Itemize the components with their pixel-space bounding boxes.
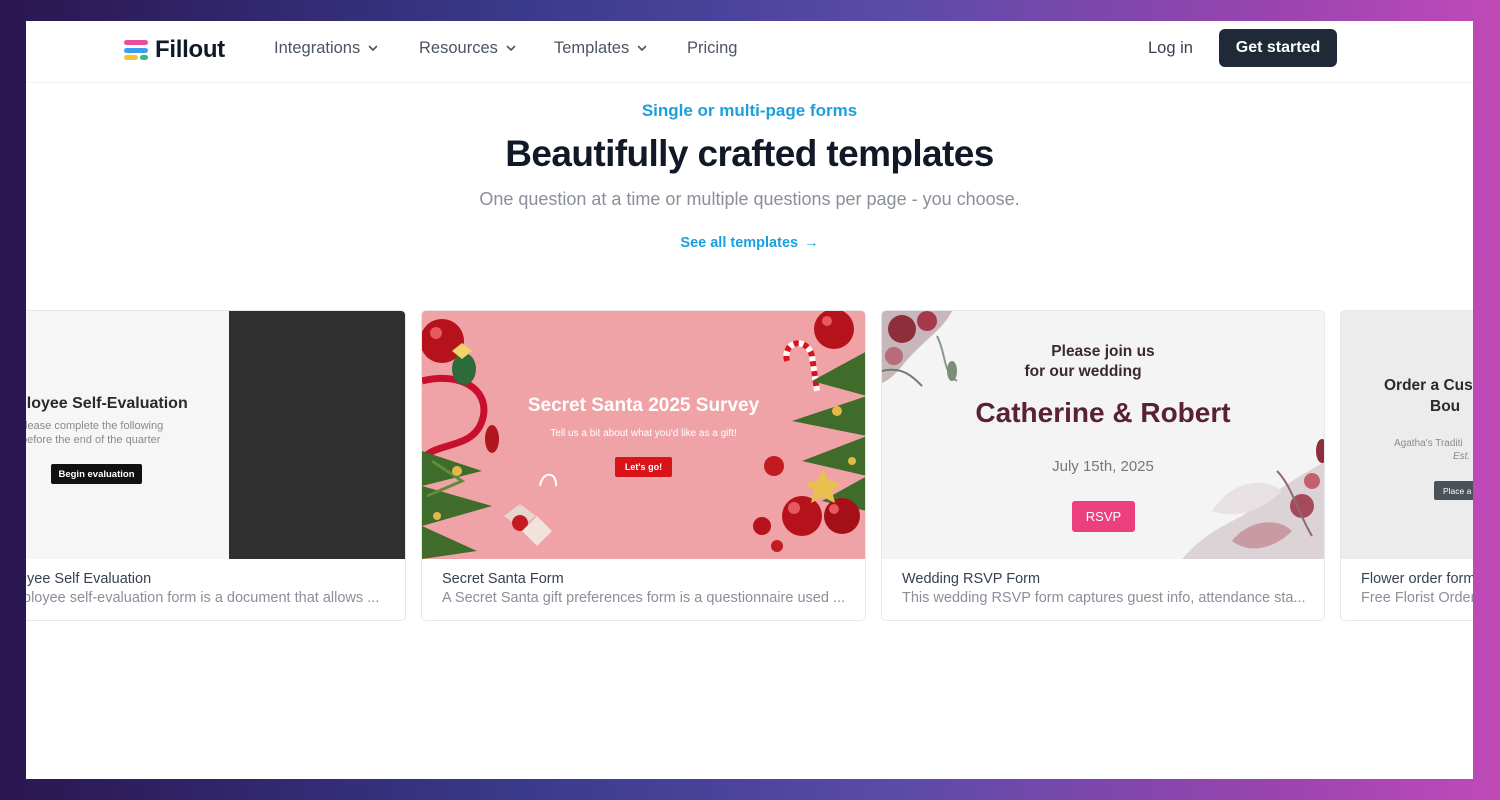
see-all-templates-link[interactable]: See all templates → <box>26 235 1473 251</box>
get-started-button[interactable]: Get started <box>1219 29 1337 67</box>
preview-line: Est. <box>1453 451 1471 462</box>
preview-heading: Secret Santa 2025 Survey <box>527 395 760 416</box>
top-navigation: Fillout Integrations Resources Templates… <box>26 21 1473 83</box>
template-card-title: yee Self Evaluation <box>27 571 152 587</box>
nav-resources[interactable]: Resources <box>419 39 516 58</box>
template-card-title: Wedding RSVP Form <box>902 571 1041 587</box>
template-card-self-evaluation[interactable]: ployee Self-Evaluation lease complete th… <box>26 310 406 621</box>
preview-line: Please join us <box>1051 343 1155 360</box>
preview-line: for our wedding <box>1024 363 1142 380</box>
nav-resources-label: Resources <box>419 39 498 57</box>
section-eyebrow: Single or multi-page forms <box>641 101 858 120</box>
template-card-description: This wedding RSVP form captures guest in… <box>902 590 1306 606</box>
template-card-description: ployee self-evaluation form is a documen… <box>26 590 380 606</box>
preview-date: July 15th, 2025 <box>1052 458 1154 475</box>
preview-line: lease complete the following <box>26 420 164 432</box>
preview-lets-go-button: Let's go! <box>615 457 672 477</box>
template-preview-self-evaluation: ployee Self-Evaluation lease complete th… <box>26 311 405 559</box>
template-card-flower-order[interactable]: Order a Cus Bou Agatha's Traditi Est. Pl… <box>1340 310 1473 621</box>
preview-heading: Order a Cus <box>1384 377 1473 394</box>
nav-templates-label: Templates <box>554 39 630 57</box>
preview-heading: ployee Self-Evaluation <box>26 395 188 412</box>
template-card-title: Secret Santa Form <box>442 571 564 587</box>
section-subtitle: One question at a time or multiple quest… <box>479 189 1020 209</box>
nav-integrations[interactable]: Integrations <box>274 39 378 58</box>
template-preview-wedding-rsvp: Please join us for our wedding Catherine… <box>882 311 1324 559</box>
browser-window: Fillout Integrations Resources Templates… <box>26 21 1473 779</box>
nav-templates[interactable]: Templates <box>554 39 647 58</box>
nav-pricing[interactable]: Pricing <box>687 39 737 58</box>
login-link[interactable]: Log in <box>1148 39 1193 58</box>
preview-place-order-button: Place a <box>1434 481 1473 500</box>
preview-dark-panel <box>229 311 405 559</box>
preview-line: Agatha's Traditi <box>1394 438 1463 449</box>
preview-heading: Catherine & Robert <box>975 397 1231 428</box>
template-card-wedding-rsvp[interactable]: Please join us for our wedding Catherine… <box>881 310 1325 621</box>
see-all-templates-label: See all templates <box>680 235 799 251</box>
brand-logo[interactable]: Fillout <box>124 36 225 64</box>
template-card-title: Flower order form <box>1361 571 1473 587</box>
fillout-logo-icon <box>124 39 148 61</box>
template-card-description: A Secret Santa gift preferences form is … <box>442 590 845 606</box>
preview-heading: Bou <box>1430 398 1461 415</box>
nav-integrations-label: Integrations <box>274 39 361 57</box>
chevron-down-icon <box>637 45 647 51</box>
template-preview-secret-santa: Secret Santa 2025 Survey Tell us a bit a… <box>422 311 865 559</box>
preview-line: Tell us a bit about what you'd like as a… <box>550 428 737 439</box>
preview-line: before the end of the quarter <box>26 434 161 446</box>
template-card-secret-santa[interactable]: Secret Santa 2025 Survey Tell us a bit a… <box>421 310 866 621</box>
template-card-description: Free Florist Order <box>1361 590 1473 606</box>
brand-name: Fillout <box>155 36 225 63</box>
preview-begin-button: Begin evaluation <box>51 464 142 484</box>
section-title: Beautifully crafted templates <box>505 133 994 174</box>
template-preview-flower-order: Order a Cus Bou Agatha's Traditi Est. Pl… <box>1341 311 1473 559</box>
chevron-down-icon <box>506 45 516 51</box>
arrow-right-icon: → <box>804 235 819 251</box>
preview-rsvp-button: RSVP <box>1072 501 1135 532</box>
chevron-down-icon <box>368 45 378 51</box>
nav-pricing-label: Pricing <box>687 39 738 57</box>
